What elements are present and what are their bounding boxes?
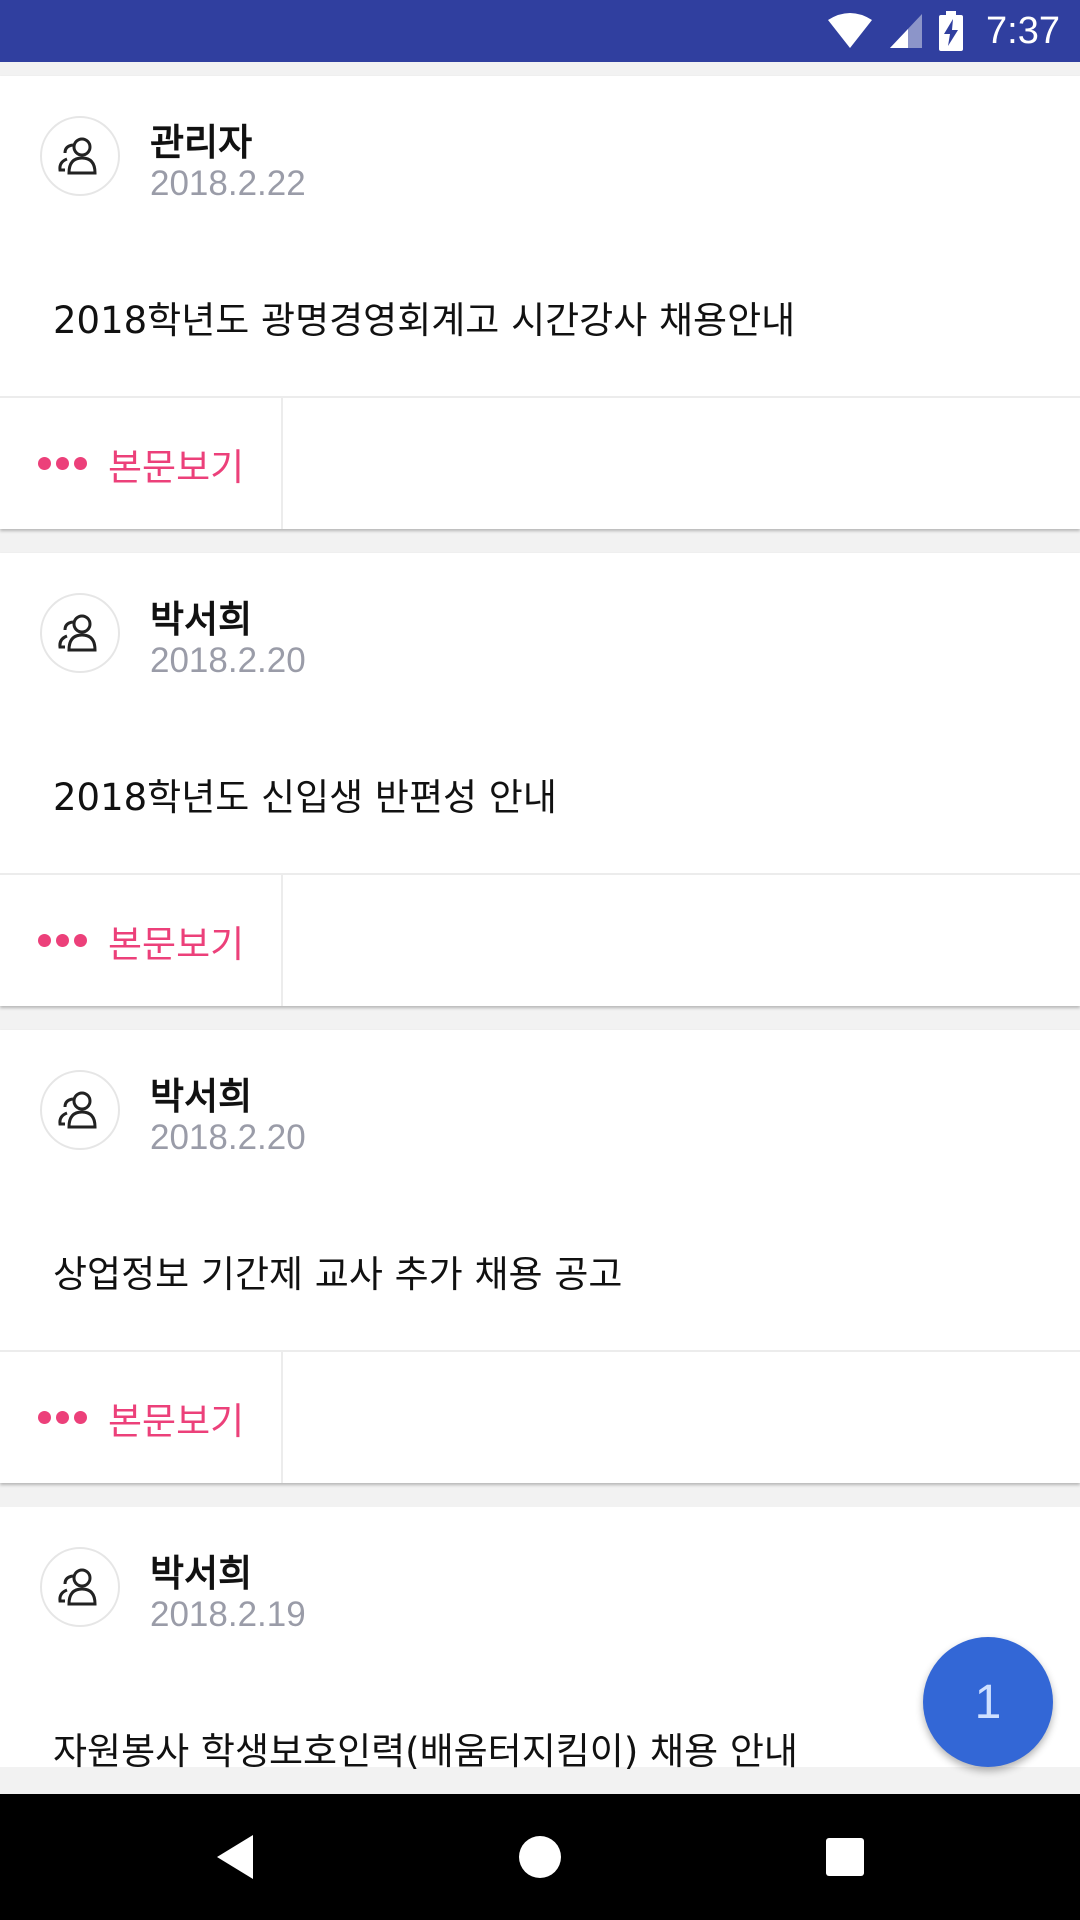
user-icon (58, 137, 97, 175)
post-actions: 본문보기 (0, 1350, 1080, 1483)
battery-charging-icon (939, 11, 964, 51)
back-button[interactable] (205, 1827, 265, 1887)
post-actions: 본문보기 (0, 396, 1080, 529)
home-icon (519, 1836, 561, 1878)
post-card: 박서희 2018.2.19 자원봉사 학생보호인력(배움터지킴이) 채용 안내 (0, 1507, 1080, 1773)
back-icon (217, 1835, 253, 1879)
avatar (40, 1547, 120, 1627)
post-author: 관리자 (150, 121, 253, 164)
post-card: 박서희 2018.2.20 상업정보 기간제 교사 추가 채용 공고 본문보기 (0, 1030, 1080, 1483)
post-date: 2018.2.20 (150, 1118, 306, 1157)
post-date: 2018.2.22 (150, 164, 306, 203)
view-post-label: 본문보기 (108, 1399, 245, 1443)
view-post-button[interactable]: 본문보기 (0, 875, 283, 1006)
user-icon (58, 1568, 97, 1606)
status-time: 7:37 (986, 9, 1060, 52)
post-title: 상업정보 기간제 교사 추가 채용 공고 (53, 1253, 623, 1296)
avatar (40, 593, 120, 673)
post-card: 관리자 2018.2.22 2018학년도 광명경영회계고 시간강사 채용안내 … (0, 76, 1080, 529)
post-author: 박서희 (150, 598, 253, 641)
post-date: 2018.2.20 (150, 641, 306, 680)
post-author: 박서희 (150, 1552, 253, 1595)
recents-icon (826, 1838, 864, 1876)
post-author: 박서희 (150, 1075, 253, 1118)
view-post-button[interactable]: 본문보기 (0, 398, 283, 529)
status-bar: 7:37 (0, 0, 1080, 62)
view-post-label: 본문보기 (108, 445, 245, 489)
cell-signal-icon (890, 14, 923, 48)
view-post-label: 본문보기 (108, 922, 245, 966)
post-title: 자원봉사 학생보호인력(배움터지킴이) 채용 안내 (53, 1730, 798, 1773)
more-dots-icon (38, 1411, 92, 1424)
avatar (40, 1070, 120, 1150)
post-title: 2018학년도 신입생 반편성 안내 (53, 776, 557, 819)
post-card: 박서희 2018.2.20 2018학년도 신입생 반편성 안내 본문보기 (0, 553, 1080, 1006)
navigation-bar (0, 1794, 1080, 1920)
more-dots-icon (38, 934, 92, 947)
wifi-icon (828, 13, 873, 48)
unread-count-fab[interactable]: 1 (923, 1637, 1053, 1767)
more-dots-icon (38, 457, 92, 470)
home-button[interactable] (510, 1827, 570, 1887)
post-feed[interactable]: 관리자 2018.2.22 2018학년도 광명경영회계고 시간강사 채용안내 … (0, 62, 1080, 1794)
user-icon (58, 614, 97, 652)
user-icon (58, 1091, 97, 1129)
post-title: 2018학년도 광명경영회계고 시간강사 채용안내 (53, 299, 796, 342)
avatar (40, 116, 120, 196)
recents-button[interactable] (815, 1827, 875, 1887)
post-actions: 본문보기 (0, 873, 1080, 1006)
post-date: 2018.2.19 (150, 1595, 306, 1634)
view-post-button[interactable]: 본문보기 (0, 1352, 283, 1483)
status-icons: 7:37 (826, 0, 1060, 62)
